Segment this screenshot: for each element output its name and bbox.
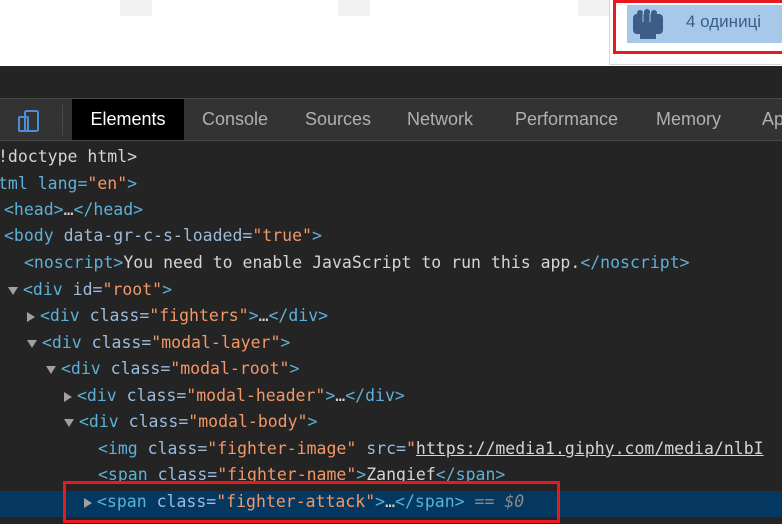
selected-node-annotation-box (63, 481, 560, 523)
dom-node-modal-header[interactable]: <div class="modal-header">…</div> (64, 383, 405, 409)
noscript-end-tag: </noscript> (580, 253, 690, 272)
expand-triangle-icon[interactable] (64, 391, 72, 402)
dom-node-doctype[interactable]: !doctype html> (0, 144, 137, 170)
attr-value: "modal-body" (188, 412, 308, 431)
dom-node-noscript[interactable]: <noscript>You need to enable JavaScript … (24, 250, 690, 276)
noscript-tag: <noscript> (24, 253, 124, 272)
div-tag: <div (42, 333, 92, 352)
dom-node-modal-root[interactable]: <div class="modal-root"> (46, 356, 299, 382)
device-toggle-icon[interactable] (18, 110, 44, 132)
attr-value: "modal-layer" (151, 333, 281, 352)
tag-close: > (248, 306, 259, 325)
tag-close: > (325, 386, 336, 405)
tab-elements[interactable]: Elements (72, 99, 184, 140)
tab-performance[interactable]: Performance (515, 99, 618, 140)
dom-node-fighters[interactable]: <div class="fighters">…</div> (27, 303, 328, 329)
tag-close: > (162, 280, 173, 299)
expand-triangle-icon[interactable] (27, 311, 35, 322)
dom-node-head[interactable]: <head>…</head> (4, 197, 143, 223)
head-end-tag: </head> (73, 200, 144, 219)
doctype-text: !doctype html> (0, 147, 138, 166)
devtools-tabbar: Elements Console Sources Network Perform… (0, 98, 782, 141)
html-tag-close: > (127, 174, 138, 193)
tag-close: > (280, 333, 291, 352)
tab-memory[interactable]: Memory (656, 99, 721, 140)
attr-value: "modal-root" (170, 359, 290, 378)
attr-value: "fighters" (149, 306, 249, 325)
dom-node-modal-layer[interactable]: <div class="modal-layer"> (27, 330, 290, 356)
lang-value: "en" (87, 174, 128, 193)
head-tag: <head> (4, 200, 64, 219)
attr-value: "modal-header" (186, 386, 326, 405)
attr-name: class= (128, 412, 189, 431)
attr-name: class= (110, 359, 171, 378)
tag-close: > (307, 412, 318, 431)
div-tag: <div (77, 386, 127, 405)
div-end-tag: </div> (345, 386, 405, 405)
div-tag: <div (23, 280, 73, 299)
attr-value: "fighter-image" (207, 439, 357, 458)
page-card-edge (120, 0, 152, 16)
dom-node-modal-body[interactable]: <div class="modal-body"> (64, 409, 317, 435)
ellipsis[interactable]: … (64, 200, 74, 219)
collapse-triangle-icon[interactable] (64, 418, 74, 427)
attr-value: "true" (252, 226, 312, 245)
tab-sources[interactable]: Sources (305, 99, 371, 140)
ellipsis[interactable]: … (335, 386, 345, 405)
attr-name-src: src= (356, 439, 406, 458)
attr-name: id= (72, 280, 103, 299)
attr-name: class= (91, 333, 152, 352)
src-link[interactable]: https://media1.giphy.com/media/nlbI (416, 439, 764, 458)
dom-node-fighter-image[interactable]: <img class="fighter-image" src="https://… (98, 436, 764, 462)
attr-name: data-gr-c-s-loaded= (63, 226, 253, 245)
attr-quote: " (405, 439, 416, 458)
tag-close: > (289, 359, 300, 378)
div-tag: <div (40, 306, 90, 325)
page-card-edge (578, 0, 610, 16)
ellipsis[interactable]: … (259, 306, 269, 325)
tag-close: > (311, 226, 322, 245)
body-tag: <body (4, 226, 64, 245)
tab-network[interactable]: Network (407, 99, 473, 140)
div-tag: <div (61, 359, 111, 378)
noscript-text: You need to enable JavaScript to run thi… (123, 253, 581, 272)
dom-node-html[interactable]: tml lang="en"> (0, 171, 137, 197)
page-card-edge (338, 0, 370, 16)
attr-name: class= (89, 306, 150, 325)
collapse-triangle-icon[interactable] (46, 365, 56, 374)
tab-console[interactable]: Console (202, 99, 268, 140)
dom-node-body[interactable]: <body data-gr-c-s-loaded="true"> (4, 223, 322, 249)
attr-name: class= (147, 439, 208, 458)
dom-node-root[interactable]: <div id="root"> (8, 277, 172, 303)
page-area: 4 одиниці (0, 0, 782, 66)
attr-name: class= (126, 386, 187, 405)
div-end-tag: </div> (268, 306, 329, 325)
collapse-triangle-icon[interactable] (8, 286, 18, 295)
img-tag: <img (98, 439, 148, 458)
devtools-panel: Elements Console Sources Network Perform… (0, 98, 782, 524)
div-tag: <div (79, 412, 129, 431)
tab-application[interactable]: Ap (762, 99, 782, 140)
tabbar-separator (62, 105, 63, 135)
highlight-annotation-box (613, 0, 782, 54)
collapse-triangle-icon[interactable] (27, 339, 37, 348)
html-tag: tml lang= (0, 174, 88, 193)
attr-value: "root" (102, 280, 163, 299)
